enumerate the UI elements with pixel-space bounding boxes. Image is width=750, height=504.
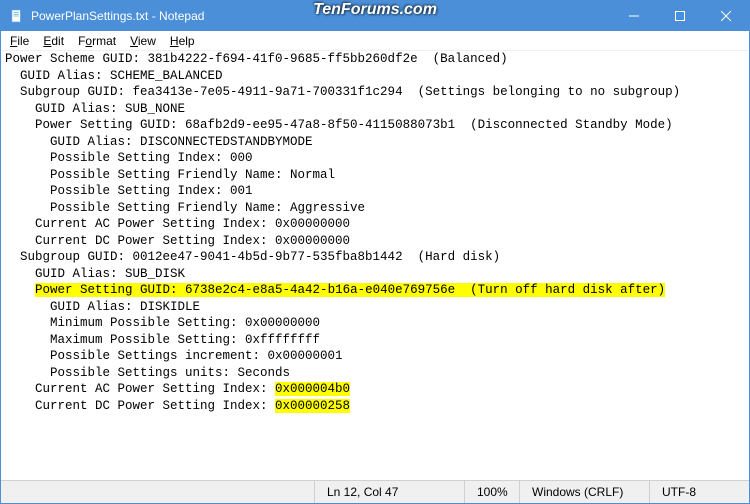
status-encoding: UTF-8 (649, 481, 749, 503)
status-eol: Windows (CRLF) (519, 481, 649, 503)
text-line: GUID Alias: SCHEME_BALANCED (5, 68, 745, 85)
menu-format[interactable]: Format (71, 33, 123, 49)
text-line: Current DC Power Setting Index: 0x000002… (5, 398, 745, 415)
text-line: Maximum Possible Setting: 0xffffffff (5, 332, 745, 349)
maximize-button[interactable] (657, 1, 703, 31)
text-line: Possible Setting Index: 000 (5, 150, 745, 167)
menu-edit[interactable]: Edit (36, 33, 71, 49)
text-line: GUID Alias: DISCONNECTEDSTANDBYMODE (5, 134, 745, 151)
text-line: Subgroup GUID: fea3413e-7e05-4911-9a71-7… (5, 84, 745, 101)
statusbar: Ln 12, Col 47 100% Windows (CRLF) UTF-8 (1, 480, 749, 503)
text-line: Power Setting GUID: 68afb2d9-ee95-47a8-8… (5, 117, 745, 134)
text-line: Power Setting GUID: 6738e2c4-e8a5-4a42-b… (5, 282, 745, 299)
text-line: Current AC Power Setting Index: 0x000000… (5, 216, 745, 233)
text-content[interactable]: Power Scheme GUID: 381b4222-f694-41f0-96… (1, 51, 749, 480)
text-line: Power Scheme GUID: 381b4222-f694-41f0-96… (5, 51, 745, 68)
highlight: 0x00000258 (275, 399, 350, 413)
menu-view[interactable]: View (123, 33, 163, 49)
close-button[interactable] (703, 1, 749, 31)
text-line: GUID Alias: SUB_DISK (5, 266, 745, 283)
titlebar[interactable]: PowerPlanSettings.txt - Notepad (1, 1, 749, 31)
text-line: Current AC Power Setting Index: 0x000004… (5, 381, 745, 398)
menu-file[interactable]: File (3, 33, 36, 49)
text-line: GUID Alias: DISKIDLE (5, 299, 745, 316)
menubar: File Edit Format View Help (1, 31, 749, 51)
text-line: Possible Setting Friendly Name: Aggressi… (5, 200, 745, 217)
text-line: Possible Setting Index: 001 (5, 183, 745, 200)
notepad-icon (9, 8, 25, 24)
highlight: 0x000004b0 (275, 382, 350, 396)
status-position: Ln 12, Col 47 (314, 481, 464, 503)
status-zoom: 100% (464, 481, 519, 503)
text-line: Subgroup GUID: 0012ee47-9041-4b5d-9b77-5… (5, 249, 745, 266)
text-line: Current DC Power Setting Index: 0x000000… (5, 233, 745, 250)
notepad-window: PowerPlanSettings.txt - Notepad File Edi… (0, 0, 750, 504)
text-line: Possible Settings increment: 0x00000001 (5, 348, 745, 365)
minimize-button[interactable] (611, 1, 657, 31)
text-line: Possible Settings units: Seconds (5, 365, 745, 382)
highlight: Power Setting GUID: 6738e2c4-e8a5-4a42-b… (35, 283, 665, 297)
window-title: PowerPlanSettings.txt - Notepad (31, 9, 611, 23)
text-line: Possible Setting Friendly Name: Normal (5, 167, 745, 184)
menu-help[interactable]: Help (163, 33, 202, 49)
text-line: GUID Alias: SUB_NONE (5, 101, 745, 118)
text-line: Minimum Possible Setting: 0x00000000 (5, 315, 745, 332)
